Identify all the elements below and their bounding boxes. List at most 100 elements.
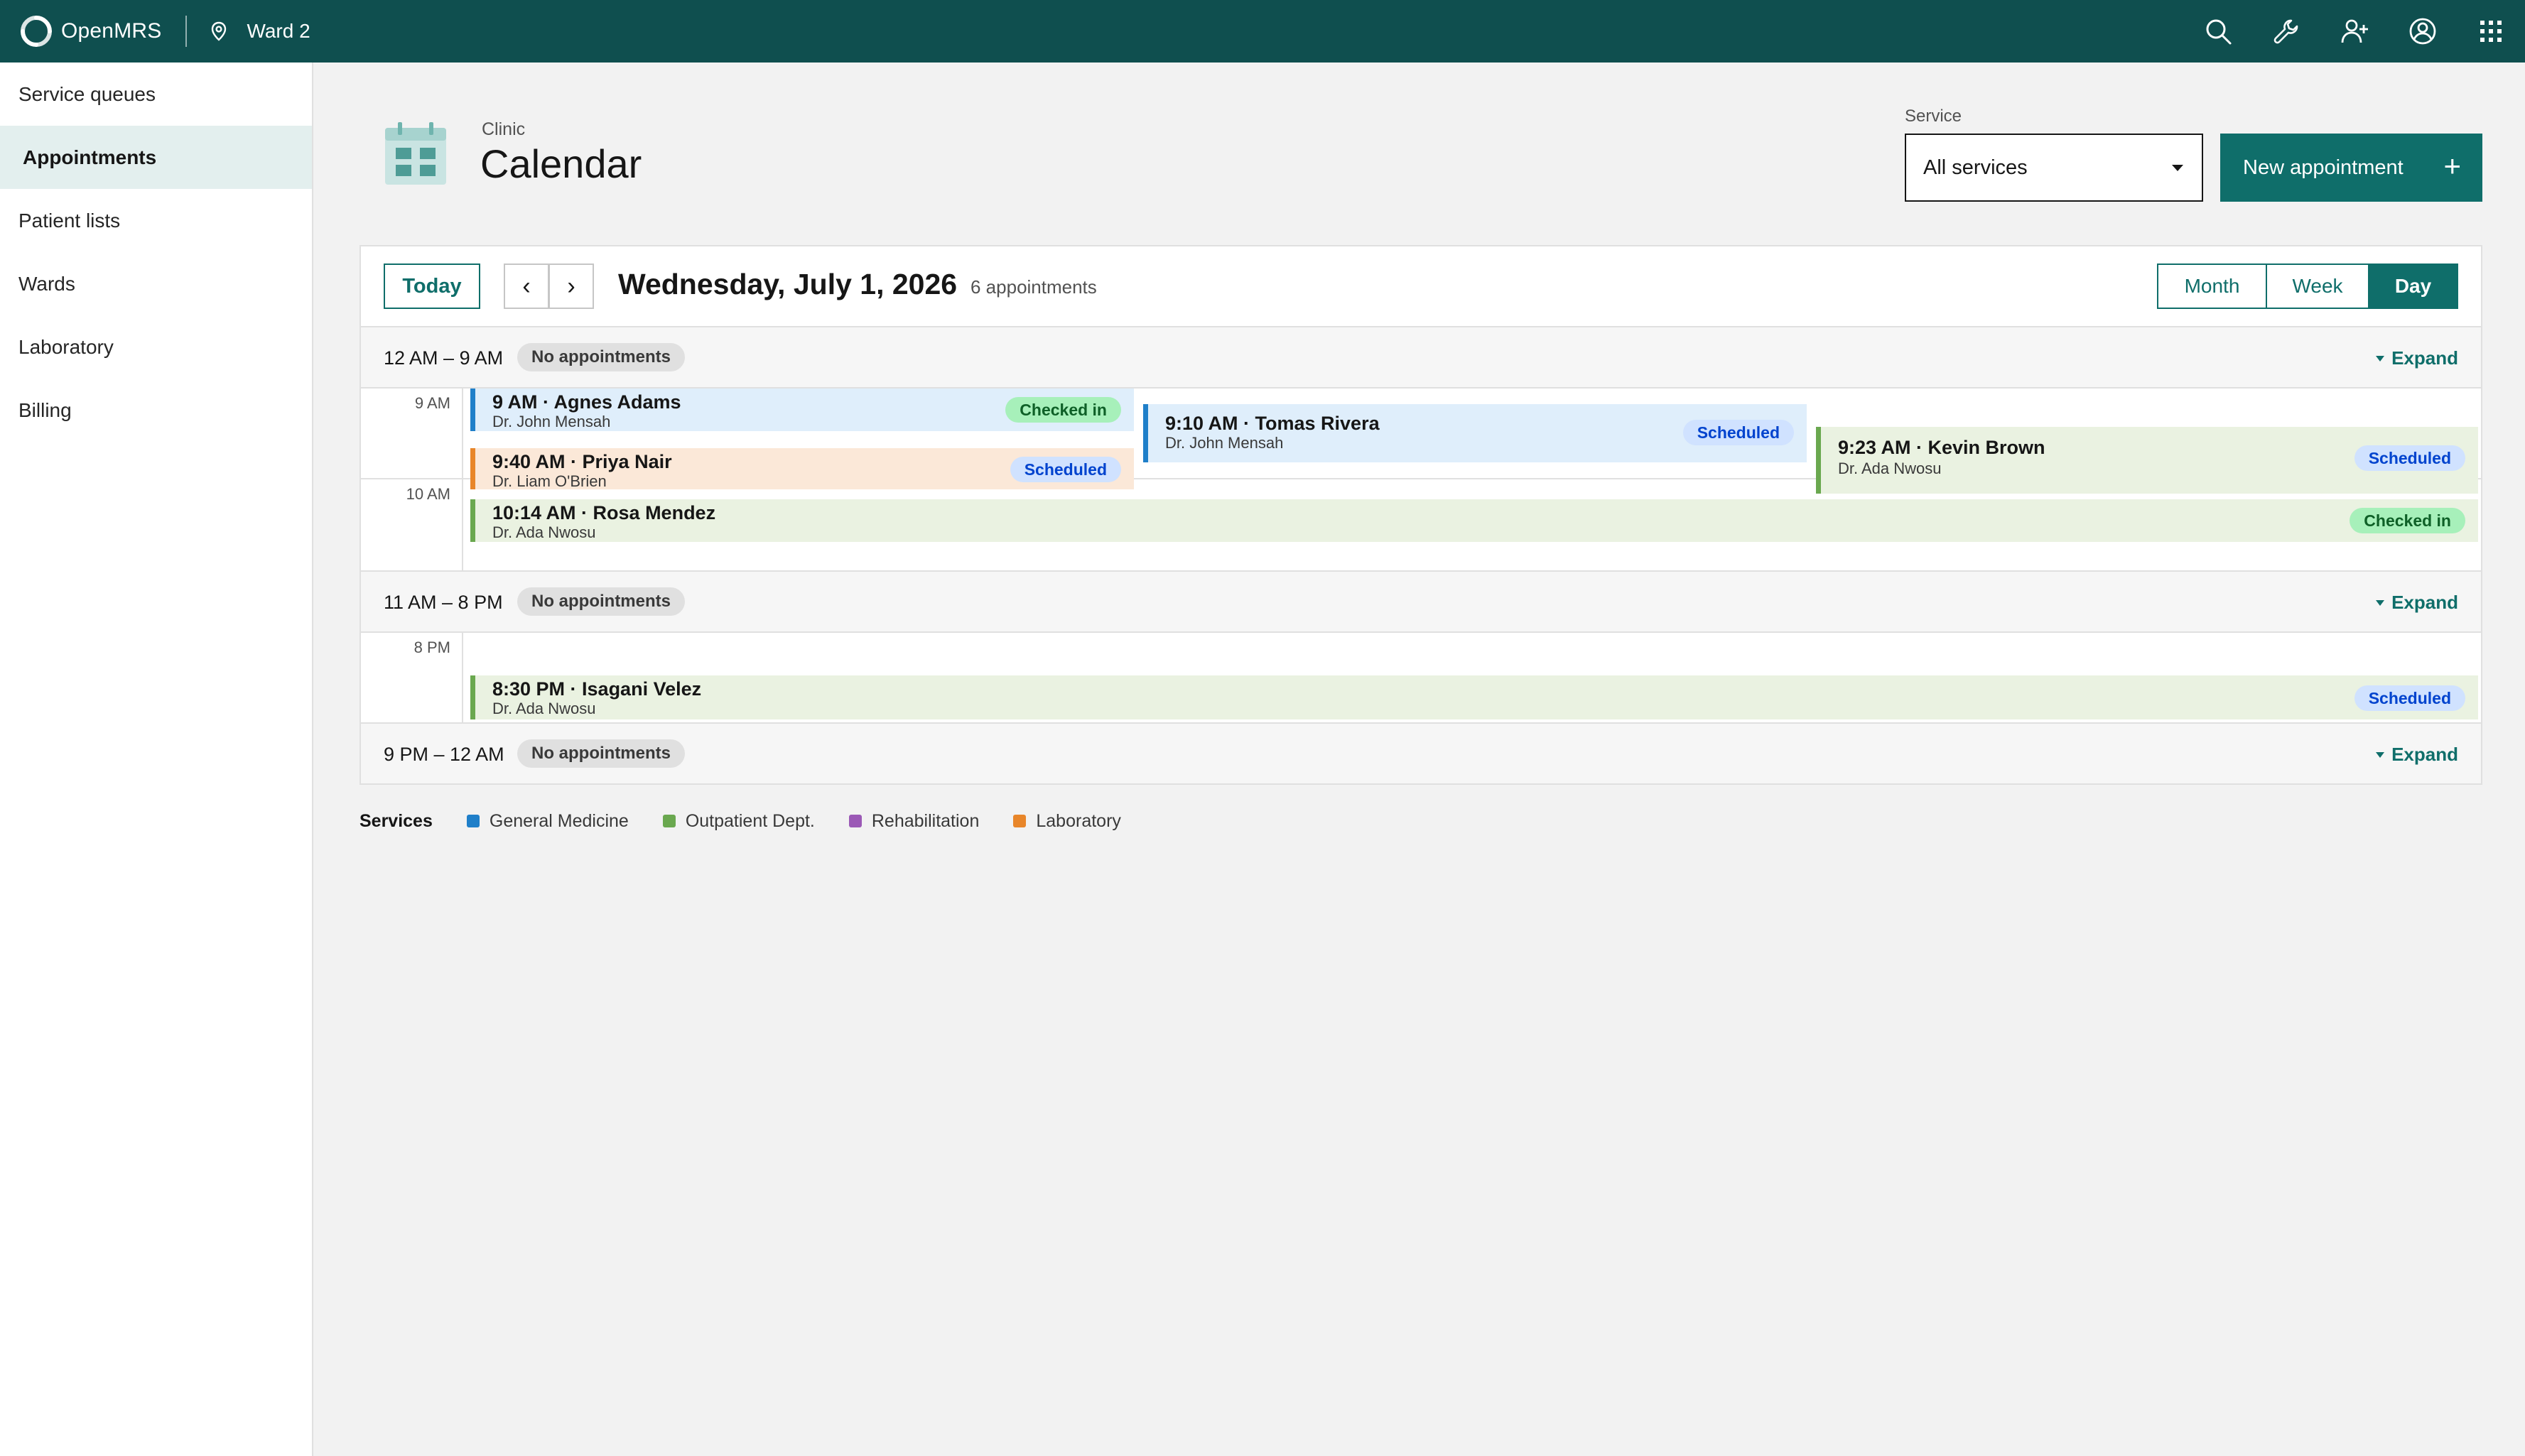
legend-label: Outpatient Dept. — [685, 810, 815, 831]
service-filter-dropdown[interactable]: All services — [1905, 134, 2203, 202]
morning-hours-block: 9 AM 10 AM 9 AM · Agnes Adams Dr. John M… — [361, 389, 2481, 572]
view-month-button[interactable]: Month — [2158, 265, 2267, 308]
appointment-card[interactable]: 9:40 AM · Priya Nair Dr. Liam O'Brien Sc… — [470, 448, 1134, 489]
legend-swatch — [662, 815, 676, 827]
nav-item-service-queues[interactable]: Service queues — [0, 63, 312, 126]
system-administration-button[interactable] — [2252, 0, 2320, 63]
status-badge: Scheduled — [1010, 457, 1121, 482]
appointment-title: 9:23 AM · Kevin Brown — [1838, 437, 2045, 458]
appointment-title: 9 AM · Agnes Adams — [492, 391, 681, 413]
search-button[interactable] — [2184, 0, 2252, 63]
location-switcher[interactable]: Ward 2 — [208, 20, 310, 43]
evening-hours-block: 8 PM 8:30 PM · Isagani Velez Dr. Ada Nwo… — [361, 633, 2481, 724]
nav-item-billing[interactable]: Billing — [0, 379, 312, 442]
service-legend: Services General Medicine Outpatient Dep… — [359, 810, 1155, 832]
chevron-down-icon — [2376, 751, 2385, 758]
appointment-provider: Dr. Liam O'Brien — [492, 472, 607, 489]
appointment-provider: Dr. John Mensah — [1165, 434, 1284, 452]
chevron-down-icon — [2172, 165, 2183, 171]
new-appointment-button[interactable]: New appointment + — [2220, 134, 2482, 202]
legend-item-rehabilitation: Rehabilitation — [848, 810, 980, 832]
legend-label: Rehabilitation — [871, 810, 980, 831]
next-day-button[interactable]: › — [548, 264, 594, 309]
user-avatar-icon — [2409, 18, 2436, 45]
current-date: Wednesday, July 1, 2026 — [618, 268, 958, 300]
hour-label: 10 AM — [406, 485, 450, 503]
appointment-card[interactable]: 8:30 PM · Isagani Velez Dr. Ada Nwosu Sc… — [470, 675, 2478, 719]
status-badge: Scheduled — [1682, 420, 1794, 445]
no-appointments-badge: No appointments — [517, 343, 685, 371]
page-title: Calendar — [480, 141, 642, 186]
expand-button[interactable]: Expand — [2376, 744, 2458, 766]
legend-swatch — [1013, 815, 1027, 827]
app-switcher-button[interactable] — [2457, 0, 2525, 63]
nav-item-patient-lists[interactable]: Patient lists — [0, 189, 312, 252]
appointment-title: 8:30 PM · Isagani Velez — [492, 678, 702, 700]
day-calendar: Today ‹ › Wednesday, July 1, 2026 6 appo… — [359, 245, 2482, 785]
left-navigation: Service queues Appointments Patient list… — [0, 63, 313, 1456]
hour-label: 8 PM — [413, 639, 450, 656]
nav-item-wards[interactable]: Wards — [0, 252, 312, 315]
nav-item-laboratory[interactable]: Laboratory — [0, 315, 312, 379]
appointment-provider: Dr. Ada Nwosu — [1838, 460, 1942, 477]
time-gutter: 8 PM — [361, 633, 463, 722]
hour-label: 9 AM — [414, 394, 450, 412]
user-menu-button[interactable] — [2389, 0, 2457, 63]
status-badge: Checked in — [1005, 397, 1121, 423]
brand[interactable]: OpenMRS — [18, 0, 161, 63]
legend-item-outpatient: Outpatient Dept. — [662, 810, 815, 832]
appointment-provider: Dr. Ada Nwosu — [492, 523, 596, 541]
service-filter-value: All services — [1923, 156, 2028, 179]
collapsed-range-label: 9 PM – 12 AM — [384, 744, 504, 765]
view-switcher: Month Week Day — [2157, 264, 2458, 309]
expand-label: Expand — [2391, 744, 2458, 765]
appointment-card[interactable]: 9 AM · Agnes Adams Dr. John Mensah Check… — [470, 389, 1134, 431]
appointment-provider: Dr. John Mensah — [492, 413, 611, 430]
search-icon — [2206, 19, 2232, 45]
legend-swatch — [848, 815, 862, 827]
wrench-icon — [2273, 19, 2298, 44]
expand-button[interactable]: Expand — [2376, 347, 2458, 369]
location-pin-icon — [212, 21, 227, 41]
legend-title: Services — [359, 810, 433, 831]
chevron-down-icon — [2376, 599, 2385, 606]
plus-icon: + — [2443, 149, 2461, 183]
topbar-divider — [185, 16, 188, 47]
collapsed-range-label: 12 AM – 9 AM — [384, 347, 504, 369]
service-filter-label: Service — [1905, 107, 1962, 126]
collapsed-range-label: 11 AM – 8 PM — [384, 592, 503, 613]
legend-item-laboratory: Laboratory — [1013, 811, 1121, 832]
status-badge: Checked in — [2350, 508, 2465, 533]
add-patient-button[interactable] — [2320, 0, 2389, 63]
expand-label: Expand — [2391, 592, 2458, 613]
no-appointments-badge: No appointments — [517, 587, 685, 616]
appointment-card[interactable]: 10:14 AM · Rosa Mendez Dr. Ada Nwosu Che… — [470, 499, 2478, 542]
appointment-card[interactable]: 9:23 AM · Kevin Brown Dr. Ada Nwosu Sche… — [1816, 427, 2478, 494]
legend-label: General Medicine — [489, 810, 629, 831]
appointment-card[interactable]: 9:10 AM · Tomas Rivera Dr. John Mensah S… — [1143, 404, 1807, 462]
appointment-title: 9:10 AM · Tomas Rivera — [1165, 413, 1380, 434]
expand-button[interactable]: Expand — [2376, 592, 2458, 614]
view-day-button[interactable]: Day — [2369, 265, 2457, 308]
view-week-button[interactable]: Week — [2267, 265, 2369, 308]
new-appointment-label: New appointment — [2243, 156, 2404, 179]
location-name: Ward 2 — [247, 20, 310, 42]
legend-swatch — [466, 815, 480, 827]
status-badge: Scheduled — [2354, 685, 2465, 711]
brand-name: OpenMRS — [61, 19, 162, 43]
add-patient-icon — [2341, 19, 2368, 43]
legend-item-general-medicine: General Medicine — [466, 810, 629, 832]
calendar-icon — [385, 122, 446, 185]
time-gutter: 9 AM 10 AM — [361, 389, 463, 570]
nav-item-appointments[interactable]: Appointments — [0, 126, 312, 189]
page-eyebrow: Clinic — [482, 119, 526, 139]
appointment-count: 6 appointments — [970, 276, 1097, 298]
appointment-title: 10:14 AM · Rosa Mendez — [492, 502, 716, 523]
no-appointments-badge: No appointments — [517, 739, 685, 768]
previous-day-button[interactable]: ‹ — [504, 264, 549, 309]
appointment-provider: Dr. Ada Nwosu — [492, 700, 596, 717]
today-button[interactable]: Today — [384, 264, 480, 309]
collapsed-range-row: 9 PM – 12 AM No appointments Expand — [361, 724, 2481, 783]
chevron-down-icon — [2376, 355, 2385, 362]
appointment-title: 9:40 AM · Priya Nair — [492, 451, 672, 472]
